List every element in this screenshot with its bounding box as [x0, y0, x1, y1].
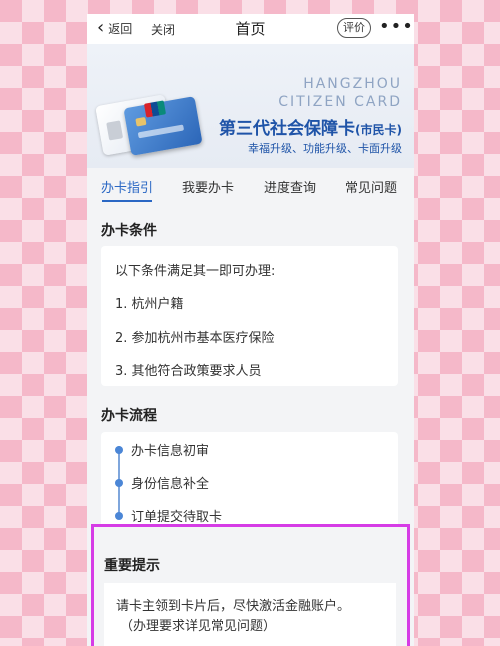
- active-tab-indicator: [102, 200, 152, 202]
- card-stripe: [137, 124, 185, 139]
- tab-progress[interactable]: 进度查询: [264, 177, 316, 196]
- more-icon[interactable]: •••: [379, 16, 414, 37]
- important-notice-highlight: 重要提示 请卡主领到卡片后，尽快激活金融账户。 （办理要求详见常见问题）: [91, 524, 410, 646]
- citizen-card-banner[interactable]: HANGZHOU CITIZEN CARD 第三代社会保障卡(市民卡) 幸福升级…: [87, 44, 414, 168]
- conditions-box: 以下条件满足其一即可办理: 1. 杭州户籍 2. 参加杭州市基本医疗保险 3. …: [101, 246, 398, 386]
- banner-subtitle: 幸福升级、功能升级、卡面升级: [248, 142, 402, 155]
- phone-screen: ‹ 返回 关闭 首页 评价 ••• HANGZHOU CITIZEN CARD …: [87, 14, 414, 646]
- banner-english-line1: HANGZHOU: [303, 76, 402, 92]
- condition-item: 1. 杭州户籍: [115, 297, 184, 312]
- tab-faq[interactable]: 常见问题: [345, 177, 397, 196]
- card-chip-icon: [135, 116, 147, 127]
- back-label: 返回: [108, 21, 133, 36]
- process-step: 办卡信息初审: [131, 444, 210, 459]
- back-button[interactable]: ‹ 返回: [97, 19, 132, 37]
- tab-guide[interactable]: 办卡指引: [101, 177, 153, 196]
- process-box: 办卡信息初审 身份信息补全 订单提交待取卡: [101, 432, 398, 532]
- conditions-intro: 以下条件满足其一即可办理:: [115, 264, 276, 279]
- banner-english-line2: CITIZEN CARD: [278, 94, 402, 110]
- conditions-title: 办卡条件: [101, 223, 157, 239]
- timeline-dot-icon: [115, 446, 123, 454]
- tab-apply[interactable]: 我要办卡: [182, 177, 234, 196]
- process-step: 订单提交待取卡: [131, 510, 223, 525]
- chevron-left-icon: ‹: [97, 17, 105, 38]
- process-title: 办卡流程: [101, 408, 157, 424]
- top-navigation-bar: ‹ 返回 关闭 首页 评价 •••: [87, 14, 414, 44]
- process-step: 身份信息补全: [131, 477, 210, 492]
- notice-title: 重要提示: [104, 558, 160, 574]
- timeline-dot-icon: [115, 512, 123, 520]
- notice-line2: （办理要求详见常见问题）: [120, 619, 277, 634]
- condition-item: 3. 其他符合政策要求人员: [115, 364, 262, 379]
- notice-box: 请卡主领到卡片后，尽快激活金融账户。 （办理要求详见常见问题）: [104, 583, 396, 646]
- card-photo-placeholder: [106, 120, 124, 141]
- tab-bar: 办卡指引 我要办卡 进度查询 常见问题: [87, 168, 414, 202]
- rate-button[interactable]: 评价: [337, 18, 371, 38]
- banner-title-main: 第三代社会保障卡: [219, 119, 356, 139]
- notice-line1: 请卡主领到卡片后，尽快激活金融账户。: [116, 599, 351, 614]
- banner-title: 第三代社会保障卡(市民卡): [219, 114, 402, 139]
- close-button[interactable]: 关闭: [151, 21, 175, 38]
- timeline-dot-icon: [115, 479, 123, 487]
- condition-item: 2. 参加杭州市基本医疗保险: [115, 331, 275, 346]
- banner-title-suffix: (市民卡): [355, 123, 402, 137]
